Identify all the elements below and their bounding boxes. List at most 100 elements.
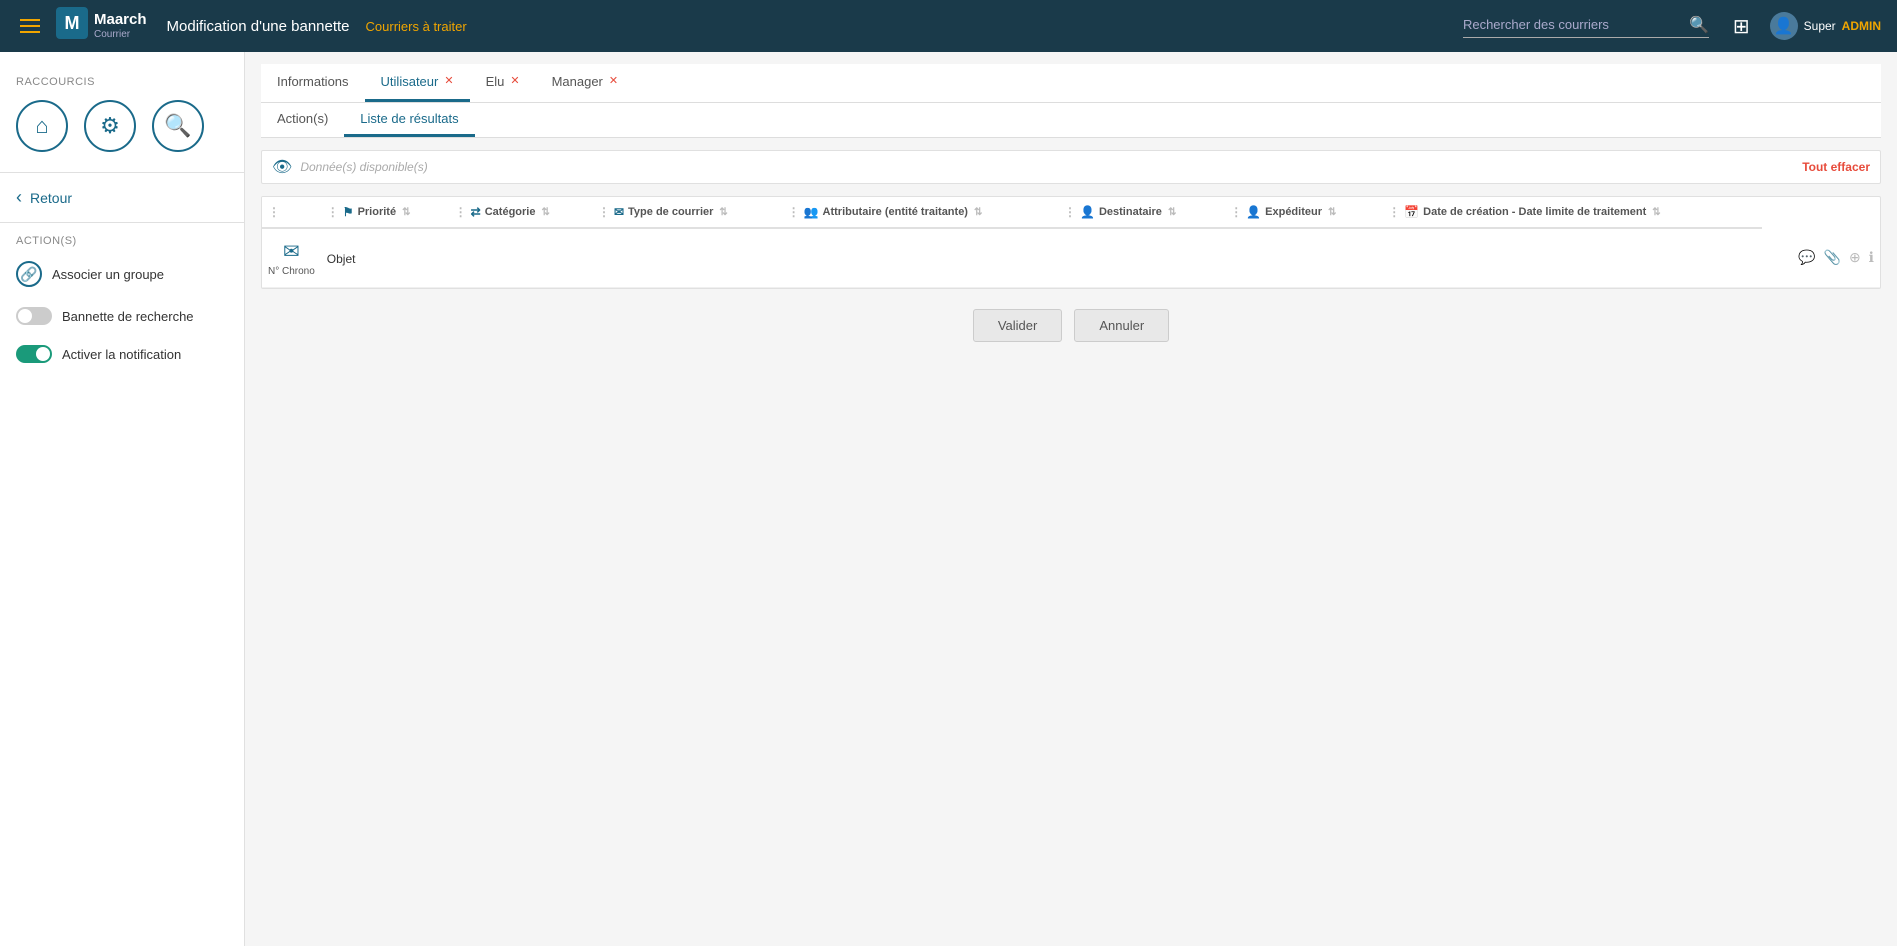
shortcuts-row: ⌂ ⚙ 🔍 [0, 92, 244, 168]
navbar: M Maarch Courrier Modification d'une ban… [0, 0, 1897, 52]
toggle-knob [18, 309, 32, 323]
search-icon[interactable]: 🔍 [1689, 15, 1709, 35]
shortcut-gear-button[interactable]: ⚙ [84, 100, 136, 152]
action-buttons: Valider Annuler [261, 309, 1881, 342]
col-drag-icon-3: ⋮ [598, 205, 610, 219]
users-icon: 👥 [804, 205, 819, 219]
main-content: Informations Utilisateur ✕ Elu ✕ Manager… [245, 52, 1897, 946]
th-destinataire-label: Destinataire [1099, 206, 1162, 218]
eye-icon[interactable]: 👁 [272, 157, 292, 177]
mail-icon: ✉ [283, 239, 300, 264]
tab-utilisateur[interactable]: Utilisateur ✕ [365, 64, 470, 102]
arrows-icon: ⇄ [471, 205, 481, 219]
attachment-icon[interactable]: 📎 [1824, 249, 1841, 266]
associate-group-label: Associer un groupe [52, 267, 164, 282]
actions-title: Action(s) [0, 227, 244, 251]
th-destinataire[interactable]: ⋮ 👤 Destinataire ⇅ [1058, 197, 1224, 228]
svg-text:M: M [65, 13, 80, 33]
avatar: 👤 [1770, 12, 1798, 40]
filter-placeholder: Donnée(s) disponible(s) [300, 160, 1794, 174]
col-drag-icon-7: ⋮ [1388, 205, 1400, 219]
cancel-button[interactable]: Annuler [1074, 309, 1169, 342]
logo-courrier: Courrier [94, 29, 147, 40]
link-icon[interactable]: ⊕ [1849, 249, 1861, 266]
associate-group-item[interactable]: 🔗 Associer un groupe [0, 251, 244, 297]
th-priorite[interactable]: ⋮ ⚑ Priorité ⇅ [321, 197, 449, 228]
notification-toggle[interactable] [16, 345, 52, 363]
objet-cell: Objet [321, 228, 1763, 288]
results-table-wrapper: ⋮ ⋮ ⚑ Priorité ⇅ ⋮ [261, 196, 1881, 289]
logo-text: Maarch Courrier [94, 12, 147, 40]
tab-utilisateur-close[interactable]: ✕ [444, 76, 453, 87]
tab-manager-close[interactable]: ✕ [609, 76, 618, 87]
sort-icon-6: ⇅ [1328, 207, 1336, 218]
activate-notification-label: Activer la notification [62, 347, 181, 362]
drag-handle-icon: ⋮ [268, 205, 280, 219]
sort-icon-5: ⇅ [1168, 207, 1176, 218]
th-attributaire[interactable]: ⋮ 👥 Attributaire (entité traitante) ⇅ [782, 197, 1058, 228]
menu-icon[interactable] [16, 15, 44, 37]
search-input[interactable] [1463, 17, 1683, 32]
th-drag[interactable]: ⋮ [262, 197, 321, 228]
th-expediteur[interactable]: ⋮ 👤 Expéditeur ⇅ [1224, 197, 1382, 228]
th-type-courrier-label: Type de courrier [628, 206, 713, 218]
activate-notification-item: Activer la notification [0, 335, 244, 373]
col-drag-icon-4: ⋮ [788, 205, 800, 219]
sub-tab-actions[interactable]: Action(s) [261, 103, 344, 137]
logo-m: M [56, 7, 88, 45]
sidebar: Raccourcis ⌂ ⚙ 🔍 ‹ Retour Action(s) 🔗 As… [0, 52, 245, 946]
user-menu[interactable]: 👤 Super ADMIN [1770, 12, 1881, 40]
search-bar[interactable]: 🔍 [1463, 15, 1709, 38]
main-tabs: Informations Utilisateur ✕ Elu ✕ Manager… [261, 64, 1881, 103]
tab-manager[interactable]: Manager ✕ [536, 64, 635, 102]
search-icon: 🔍 [164, 113, 191, 139]
tab-utilisateur-label: Utilisateur [381, 74, 439, 89]
th-type-courrier[interactable]: ⋮ ✉ Type de courrier ⇅ [592, 197, 782, 228]
divider-2 [0, 222, 244, 223]
user-role: ADMIN [1842, 19, 1881, 33]
sort-icon: ⇅ [402, 207, 410, 218]
col-drag-icon-2: ⋮ [455, 205, 467, 219]
user-icon: 👤 [1080, 205, 1095, 219]
sub-tab-liste[interactable]: Liste de résultats [344, 103, 474, 137]
toggle-knob-2 [36, 347, 50, 361]
gear-icon: ⚙ [100, 113, 120, 139]
th-categorie[interactable]: ⋮ ⇄ Catégorie ⇅ [449, 197, 592, 228]
back-label: Retour [30, 190, 72, 206]
clear-filter-button[interactable]: Tout effacer [1802, 160, 1870, 174]
info-icon[interactable]: ℹ [1869, 249, 1874, 266]
calendar-icon: 📅 [1404, 205, 1419, 219]
envelope-icon: ✉ [614, 205, 624, 219]
tab-elu-close[interactable]: ✕ [510, 76, 519, 87]
raccourcis-title: Raccourcis [0, 68, 244, 92]
tab-informations-label: Informations [277, 74, 349, 89]
layout: Raccourcis ⌂ ⚙ 🔍 ‹ Retour Action(s) 🔗 As… [0, 52, 1897, 946]
col-drag-icon: ⋮ [327, 205, 339, 219]
bannette-toggle[interactable] [16, 307, 52, 325]
sub-tabs: Action(s) Liste de résultats [261, 103, 1881, 138]
table-header-row: ⋮ ⋮ ⚑ Priorité ⇅ ⋮ [262, 197, 1880, 228]
back-button[interactable]: ‹ Retour [0, 177, 244, 218]
validate-button[interactable]: Valider [973, 309, 1063, 342]
grid-icon[interactable]: ⊞ [1733, 14, 1750, 39]
tab-elu[interactable]: Elu ✕ [470, 64, 536, 102]
shortcut-search-button[interactable]: 🔍 [152, 100, 204, 152]
logo-maarch: Maarch [94, 12, 147, 29]
shortcut-home-button[interactable]: ⌂ [16, 100, 68, 152]
chrono-label: N° Chrono [268, 266, 315, 277]
flag-icon: ⚑ [343, 205, 354, 219]
bannette-recherche-label: Bannette de recherche [62, 309, 194, 324]
sort-icon-4: ⇅ [974, 207, 982, 218]
user-tie-icon: 👤 [1246, 205, 1261, 219]
th-expediteur-label: Expéditeur [1265, 206, 1322, 218]
comment-icon[interactable]: 💬 [1798, 249, 1815, 266]
tab-informations[interactable]: Informations [261, 64, 365, 102]
th-date[interactable]: ⋮ 📅 Date de création - Date limite de tr… [1382, 197, 1762, 228]
user-name: Super [1804, 19, 1836, 33]
col-drag-icon-5: ⋮ [1064, 205, 1076, 219]
row-actions-cell: 💬 📎 ⊕ ℹ [1762, 228, 1880, 288]
tab-manager-label: Manager [552, 74, 603, 89]
table-row: ✉ N° Chrono Objet 💬 📎 ⊕ [262, 228, 1880, 288]
filter-row: 👁 Donnée(s) disponible(s) Tout effacer [261, 150, 1881, 184]
chrono-cell: ✉ N° Chrono [262, 228, 321, 288]
